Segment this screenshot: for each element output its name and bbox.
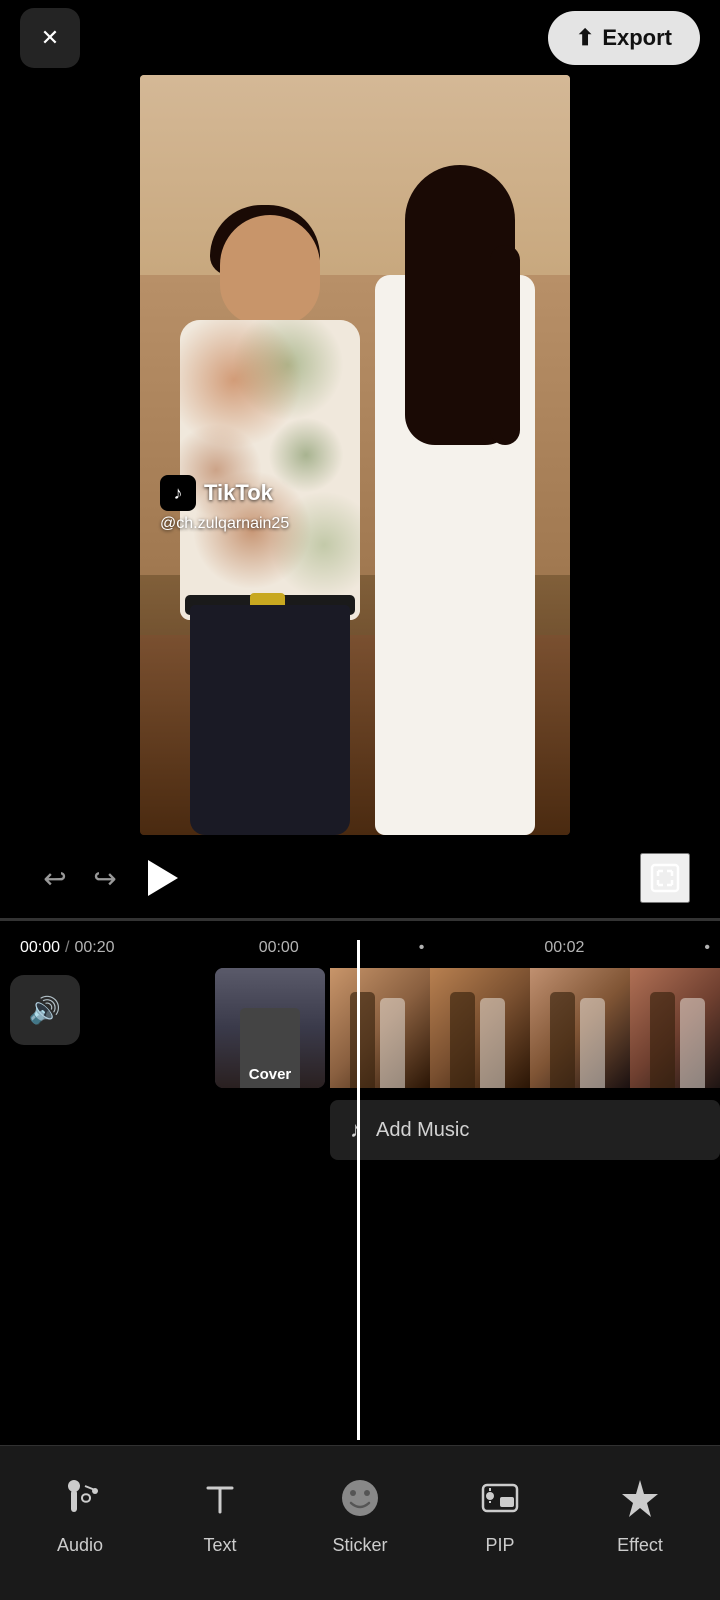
speaker-icon: 🔊: [29, 995, 61, 1026]
video-preview: ♪ TikTok @ch.zulqarnain25: [140, 75, 570, 835]
add-music-label: Add Music: [376, 1119, 469, 1142]
cover-thumbnail[interactable]: Cover: [215, 968, 325, 1088]
toolbar-item-pip[interactable]: PIP: [445, 1455, 555, 1571]
sticker-label: Sticker: [332, 1535, 387, 1556]
audio-icon: [53, 1470, 108, 1525]
cover-label: Cover: [249, 1066, 292, 1083]
female-hair: [405, 165, 515, 445]
tiktok-watermark: ♪ TikTok: [160, 475, 273, 511]
top-bar: ✕ ⬆ Export: [0, 0, 720, 75]
bottom-toolbar: Audio Text Sticker: [0, 1445, 720, 1600]
toolbar-item-text[interactable]: Text: [165, 1455, 275, 1571]
redo-button[interactable]: ↪: [80, 853, 130, 903]
person-female: [360, 155, 560, 835]
clip-thumbnail-1[interactable]: [330, 968, 430, 1088]
clip-thumbnail-4[interactable]: [630, 968, 720, 1088]
toolbar-item-effect[interactable]: Effect: [585, 1455, 695, 1571]
close-button[interactable]: ✕: [20, 8, 80, 68]
text-icon: [193, 1470, 248, 1525]
pip-icon: [473, 1470, 528, 1525]
redo-icon: ↪: [93, 862, 116, 895]
controls-area: ↩ ↪: [0, 838, 720, 918]
clip-thumbnail-2[interactable]: [430, 968, 530, 1088]
time-marker-1: 00:00: [259, 939, 299, 957]
toolbar-item-audio[interactable]: Audio: [25, 1455, 135, 1571]
shirt-pattern: [180, 320, 360, 620]
export-icon: ⬆: [576, 25, 594, 51]
time-markers: 00:00 • 00:02 •: [259, 928, 720, 968]
clip-image-4: [630, 968, 720, 1088]
clip-image-2: [430, 968, 530, 1088]
clip-image-3: [530, 968, 630, 1088]
toolbar-item-sticker[interactable]: Sticker: [305, 1455, 415, 1571]
male-pants: [190, 605, 350, 835]
timeline-bar: [0, 918, 720, 921]
add-music-bar[interactable]: ♪ Add Music: [330, 1100, 720, 1160]
time-separator: /: [65, 939, 69, 957]
time-marker-2: 00:02: [544, 939, 584, 957]
clip-thumbnail-3[interactable]: [530, 968, 630, 1088]
male-head: [220, 215, 320, 325]
fullscreen-button[interactable]: [640, 853, 690, 903]
pip-label: PIP: [485, 1535, 514, 1556]
thumbnails-strip: Cover +: [215, 968, 720, 1088]
effect-icon: [613, 1470, 668, 1525]
export-button[interactable]: ⬆ Export: [548, 11, 700, 65]
male-body: [180, 320, 360, 620]
video-content: ♪ TikTok @ch.zulqarnain25: [140, 75, 570, 835]
effect-label: Effect: [617, 1535, 663, 1556]
sticker-icon: [333, 1470, 388, 1525]
time-total: 00:20: [75, 939, 115, 957]
play-button[interactable]: [130, 848, 190, 908]
close-icon: ✕: [41, 25, 59, 51]
tiktok-text: TikTok: [204, 480, 273, 506]
tiktok-username: @ch.zulqarnain25: [160, 515, 289, 533]
timestamps: 00:00 / 00:20 00:00 • 00:02 •: [0, 928, 720, 968]
fullscreen-icon: [650, 863, 680, 893]
undo-button[interactable]: ↩: [30, 853, 80, 903]
clip-image-1: [330, 968, 430, 1088]
play-icon: [148, 860, 178, 896]
audio-track-button[interactable]: 🔊: [10, 975, 80, 1045]
time-dot-1: •: [419, 939, 425, 957]
export-label: Export: [602, 25, 672, 51]
time-dot-2: •: [704, 939, 710, 957]
time-current: 00:00: [20, 939, 60, 957]
playhead: [357, 940, 360, 1440]
undo-icon: ↩: [43, 862, 66, 895]
tiktok-logo: ♪: [160, 475, 196, 511]
audio-label: Audio: [57, 1535, 103, 1556]
text-label: Text: [203, 1535, 236, 1556]
